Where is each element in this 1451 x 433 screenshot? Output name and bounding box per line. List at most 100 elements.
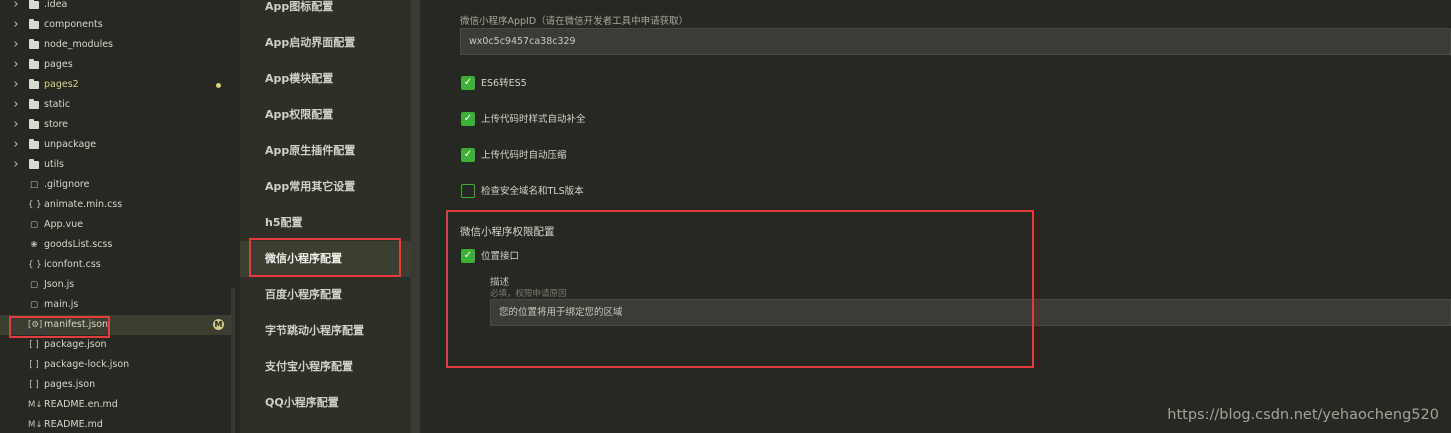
checkbox-checked-icon[interactable]: ✓: [461, 249, 475, 263]
tree-item-label: pages: [44, 59, 73, 70]
chevron-right-icon[interactable]: ›: [11, 155, 21, 175]
tree-file-item[interactable]: M↓ README.en.md: [0, 395, 232, 415]
tree-folder-item[interactable]: › pages2: [0, 75, 232, 95]
markdown-file-icon: M↓: [28, 420, 43, 430]
tree-file-item[interactable]: [ ] package.json: [0, 335, 232, 355]
css-file-icon: { }: [28, 200, 42, 210]
config-nav-scrollbar[interactable]: [411, 0, 420, 433]
config-nav-item[interactable]: 字节跳动小程序配置: [240, 313, 412, 349]
config-nav-item[interactable]: App原生插件配置: [240, 133, 412, 169]
tree-item-label: pages2: [44, 79, 79, 90]
tree-folder-item[interactable]: › unpackage: [0, 135, 232, 155]
tree-file-item[interactable]: □ .gitignore: [0, 175, 232, 195]
tree-file-item[interactable]: ▢ main.js: [0, 295, 232, 315]
css-file-icon: { }: [28, 260, 42, 270]
tree-folder-item[interactable]: › utils: [0, 155, 232, 175]
checkbox-label: 上传代码时自动压缩: [481, 150, 567, 161]
tree-file-item[interactable]: M↓ README.md: [0, 415, 232, 433]
modified-dot-icon: [216, 83, 221, 88]
config-nav-item[interactable]: App模块配置: [240, 61, 412, 97]
tree-folder-item[interactable]: › pages: [0, 55, 232, 75]
chevron-right-icon[interactable]: ›: [11, 0, 21, 15]
tree-item-label: Json.js: [44, 279, 75, 290]
tree-file-item[interactable]: { } animate.min.css: [0, 195, 232, 215]
scss-file-icon: ❀: [30, 240, 38, 250]
tree-file-item[interactable]: [ ] pages.json: [0, 375, 232, 395]
config-nav-item[interactable]: App权限配置: [240, 97, 412, 133]
file-icon: □: [29, 180, 39, 190]
folder-icon: [29, 0, 39, 9]
folder-icon: [29, 99, 39, 109]
appid-input[interactable]: wx0c5c9457ca38c329: [460, 28, 1451, 55]
json-file-icon: [ ]: [29, 380, 39, 390]
tree-file-item[interactable]: ❀ goodsList.scss: [0, 235, 232, 255]
chevron-right-icon[interactable]: ›: [11, 95, 21, 115]
tree-item-label: store: [44, 119, 69, 130]
chevron-right-icon[interactable]: ›: [11, 35, 21, 55]
tree-item-label: utils: [44, 159, 64, 170]
tree-folder-item[interactable]: › static: [0, 95, 232, 115]
tree-item-label: node_modules: [44, 39, 114, 50]
config-nav-item[interactable]: 微信小程序配置: [240, 241, 412, 277]
tree-item-label: static: [44, 99, 71, 110]
chevron-right-icon[interactable]: ›: [11, 55, 21, 75]
json-file-icon: [ ]: [29, 340, 39, 350]
appid-label: 微信小程序AppID（请在微信开发者工具中申请获取）: [460, 16, 689, 27]
chevron-right-icon[interactable]: ›: [11, 15, 21, 35]
config-nav-item[interactable]: 支付宝小程序配置: [240, 349, 412, 385]
tree-folder-item[interactable]: › store: [0, 115, 232, 135]
folder-icon: [29, 39, 39, 49]
js-file-icon: ▢: [29, 300, 39, 310]
js-file-icon: ▢: [29, 280, 39, 290]
config-nav-item[interactable]: h5配置: [240, 205, 412, 241]
watermark: https://blog.csdn.net/yehaocheng520: [1167, 407, 1439, 423]
folder-icon: [29, 119, 39, 129]
markdown-file-icon: M↓: [28, 400, 43, 410]
checkbox-checked-icon[interactable]: ✓: [461, 112, 475, 126]
tree-item-label: .idea: [44, 0, 68, 10]
tree-file-item[interactable]: ▢ Json.js: [0, 275, 232, 295]
config-nav-item[interactable]: QQ小程序配置: [240, 385, 412, 421]
file-tree: › .idea › components › node_modules › pages › pag…: [0, 0, 232, 433]
tree-item-label: components: [44, 19, 103, 30]
tree-file-item[interactable]: ▢ App.vue: [0, 215, 232, 235]
checkbox-checked-icon[interactable]: ✓: [461, 148, 475, 162]
config-nav-item[interactable]: 百度小程序配置: [240, 277, 412, 313]
checkbox-unchecked-icon[interactable]: [461, 184, 475, 198]
chevron-right-icon[interactable]: ›: [11, 115, 21, 135]
tree-file-item[interactable]: { } iconfont.css: [0, 255, 232, 275]
chevron-right-icon[interactable]: ›: [11, 135, 21, 155]
tree-file-item[interactable]: [ ] package-lock.json: [0, 355, 232, 375]
tree-item-label: README.en.md: [44, 399, 118, 410]
config-nav: App图标配置 App启动界面配置 App模块配置 App权限配置 App原生插件配置 A…: [240, 0, 412, 433]
tree-item-label: README.md: [44, 419, 103, 430]
chevron-right-icon[interactable]: ›: [11, 75, 21, 95]
description-input[interactable]: 您的位置将用于绑定您的区域: [490, 299, 1451, 326]
manifest-file-icon: [⚙]: [28, 320, 43, 330]
description-label: 描述: [490, 277, 510, 288]
checkbox-label: ES6转ES5: [481, 78, 527, 89]
tree-item-label: .gitignore: [44, 179, 90, 190]
tree-item-label: package.json: [44, 339, 107, 350]
tree-folder-item[interactable]: › node_modules: [0, 35, 232, 55]
config-nav-item[interactable]: App启动界面配置: [240, 25, 412, 61]
json-file-icon: [ ]: [29, 360, 39, 370]
folder-icon: [29, 159, 39, 169]
tree-file-item[interactable]: [⚙] manifest.json M: [0, 315, 232, 335]
description-hint: 必填，权限申请原因: [490, 289, 567, 299]
file-tree-scrollbar[interactable]: [231, 288, 235, 433]
tree-item-label: goodsList.scss: [44, 239, 113, 250]
checkbox-label: 上传代码时样式自动补全: [481, 114, 586, 125]
tree-folder-item[interactable]: › components: [0, 15, 232, 35]
checkbox-label: 检查安全域名和TLS版本: [481, 186, 584, 197]
checkbox-label: 位置接口: [481, 251, 520, 262]
folder-icon: [29, 139, 39, 149]
config-nav-item[interactable]: App常用其它设置: [240, 169, 412, 205]
checkbox-checked-icon[interactable]: ✓: [461, 76, 475, 90]
tree-folder-item[interactable]: › .idea: [0, 0, 232, 15]
tree-item-label: animate.min.css: [44, 199, 123, 210]
settings-panel: 微信小程序AppID（请在微信开发者工具中申请获取） wx0c5c9457ca3…: [420, 0, 1451, 433]
config-nav-item[interactable]: App图标配置: [240, 0, 412, 25]
folder-icon: [29, 79, 39, 89]
tree-item-label: manifest.json: [44, 319, 109, 330]
